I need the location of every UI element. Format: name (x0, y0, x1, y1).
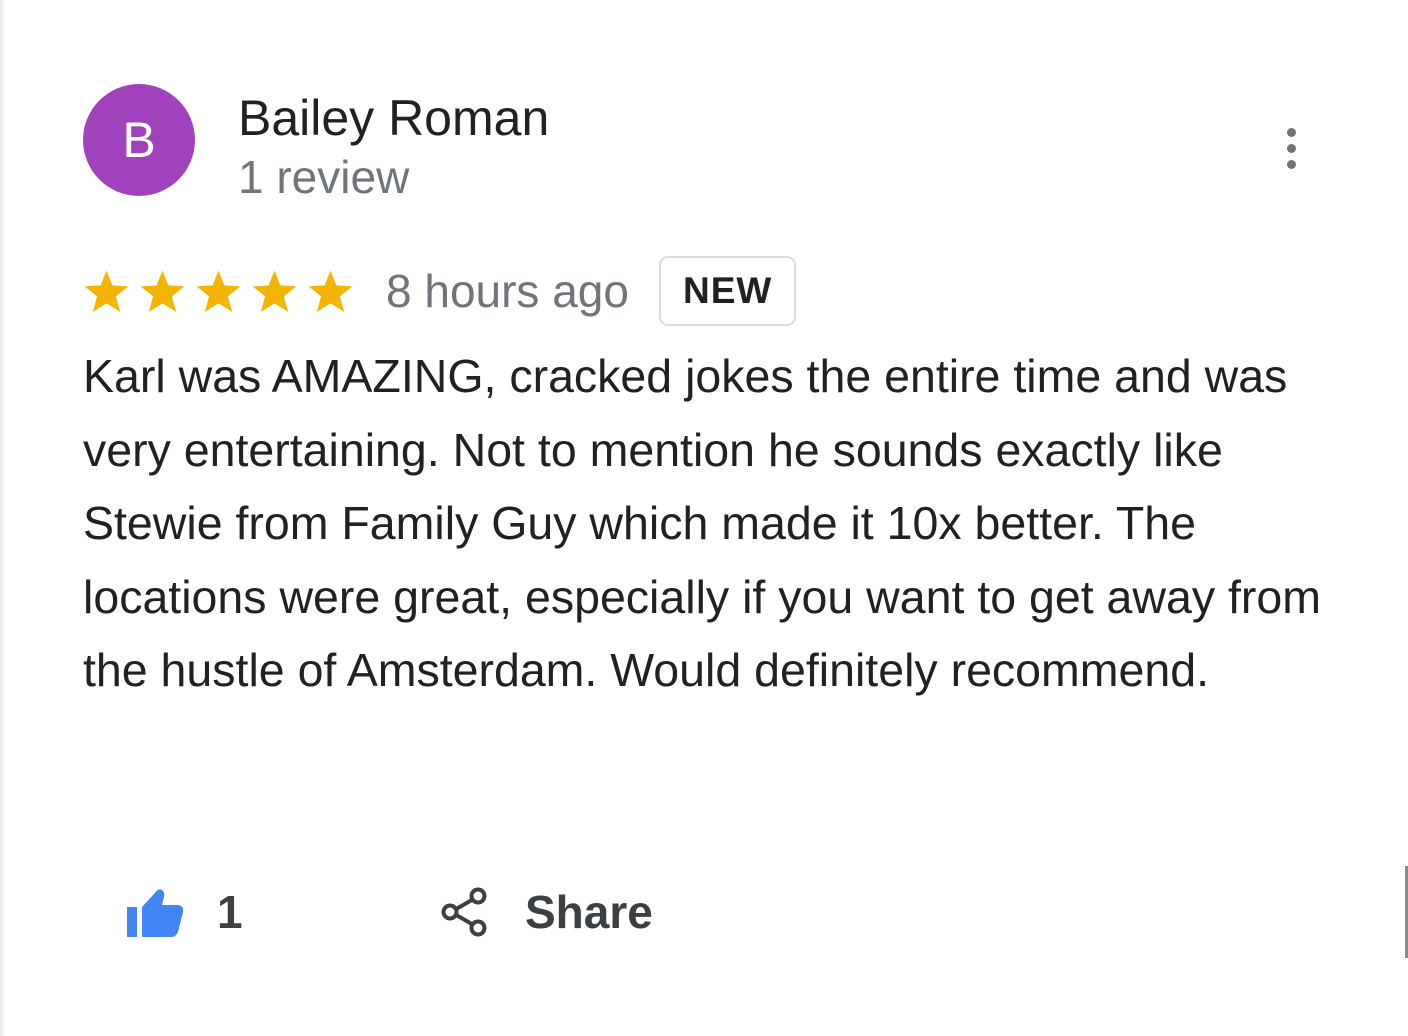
reviewer-name[interactable]: Bailey Roman (238, 88, 549, 148)
review-card: B Bailey Roman 1 review 8 hours ago NEW … (0, 0, 1408, 1036)
review-text: Karl was AMAZING, cracked jokes the enti… (83, 350, 1322, 697)
like-count: 1 (217, 886, 243, 938)
star-icon (195, 269, 242, 314)
avatar[interactable]: B (83, 84, 195, 196)
review-timestamp: 8 hours ago (386, 265, 629, 317)
like-button[interactable]: 1 (125, 876, 243, 948)
share-label: Share (525, 886, 653, 938)
share-button[interactable]: Share (439, 876, 653, 948)
star-icon (139, 269, 186, 314)
new-badge: NEW (658, 256, 797, 326)
rating-row: 8 hours ago NEW (83, 254, 797, 328)
share-icon (439, 886, 489, 938)
more-vert-icon (1286, 127, 1296, 137)
more-vert-icon-dot (1286, 159, 1296, 169)
more-vert-icon-dot (1286, 143, 1296, 153)
reviewer-review-count[interactable]: 1 review (238, 150, 409, 204)
star-icon (307, 269, 354, 314)
star-rating (83, 269, 354, 314)
thumbs-up-icon (125, 885, 185, 939)
star-icon (83, 269, 130, 314)
more-options-button[interactable] (1267, 118, 1315, 178)
star-icon (251, 269, 298, 314)
panel-edge (1, 0, 5, 1036)
avatar-initial: B (122, 112, 156, 168)
